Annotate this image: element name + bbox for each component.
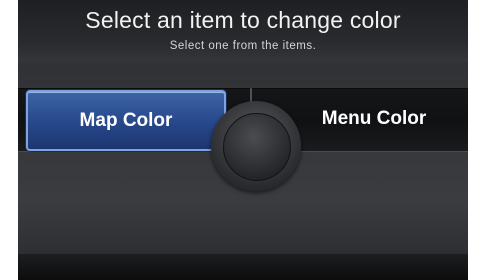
bottom-bar bbox=[18, 254, 468, 280]
navigation-screen: Select an item to change color Select on… bbox=[18, 0, 468, 280]
menu-color-label: Menu Color bbox=[321, 108, 427, 129]
title-bar: Select an item to change color Select on… bbox=[18, 0, 468, 62]
menu-color-button[interactable]: Menu Color bbox=[280, 88, 468, 150]
map-color-button[interactable]: Map Color bbox=[26, 90, 226, 151]
page-title: Select an item to change color bbox=[85, 7, 401, 33]
page-subtitle: Select one from the items. bbox=[169, 40, 317, 52]
knob-center-icon bbox=[223, 113, 291, 181]
map-color-label: Map Color bbox=[79, 109, 173, 131]
